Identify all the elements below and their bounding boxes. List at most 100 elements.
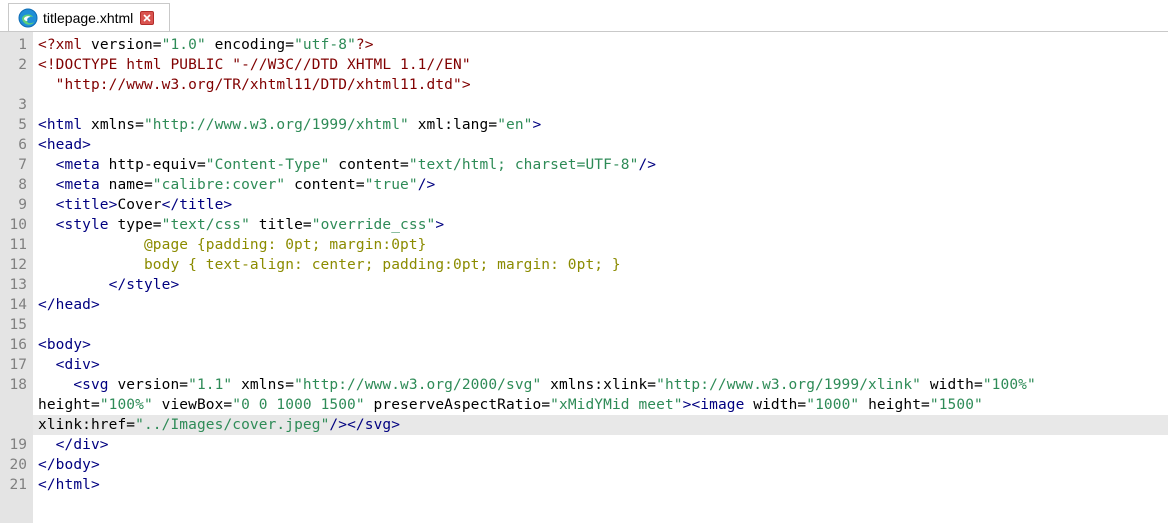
line-code: <html xmlns="http://www.w3.org/1999/xhtm… <box>38 115 541 135</box>
code-token: <div> <box>38 357 100 373</box>
line-number: 3 <box>18 97 27 113</box>
code-token: body { text-align: center; padding:0pt; … <box>38 257 621 273</box>
line-number: 14 <box>9 297 27 313</box>
line-code: body { text-align: center; padding:0pt; … <box>38 255 621 275</box>
code-token: "100%" <box>99 397 153 413</box>
code-token: viewBox= <box>152 397 233 413</box>
code-line[interactable]: 5 <html xmlns="http://www.w3.org/1999/xht… <box>0 115 1168 135</box>
code-editor[interactable]: 1 <?xml version="1.0" encoding="utf-8"?> 2… <box>0 33 1168 523</box>
line-code: </style> <box>38 275 180 295</box>
line-code: <meta name="calibre:cover" content="true… <box>38 175 436 195</box>
code-token: height= <box>859 397 930 413</box>
line-code: <body> <box>38 335 91 355</box>
line-number: 20 <box>9 457 27 473</box>
code-token: title= <box>249 217 312 233</box>
code-line[interactable]: 2 <!DOCTYPE html PUBLIC "-//W3C//DTD XHTM… <box>0 55 1168 75</box>
tab-titlepage[interactable]: titlepage.xhtml <box>8 3 170 31</box>
line-number: 17 <box>9 357 27 373</box>
code-line[interactable]: 20 </body> <box>0 455 1168 475</box>
code-token: "1.0" <box>161 37 206 53</box>
code-token: "true" <box>364 177 418 193</box>
code-line[interactable]: 19 </div> <box>0 435 1168 455</box>
code-token: "../Images/cover.jpeg" <box>135 417 330 433</box>
line-code: </head> <box>38 295 100 315</box>
code-token: "1.1" <box>188 377 233 393</box>
code-token: ?> <box>355 37 374 53</box>
code-token: width= <box>921 377 983 393</box>
line-code: <meta http-equiv="Content-Type" content=… <box>38 155 656 175</box>
line-code: <title>Cover</title> <box>38 195 233 215</box>
line-number: 5 <box>18 117 27 133</box>
code-token: </html> <box>38 477 100 493</box>
code-line[interactable]: 9 <title>Cover</title> <box>0 195 1168 215</box>
code-token: "http://www.w3.org/1999/xlink" <box>656 377 922 393</box>
code-token: <!DOCTYPE html PUBLIC "-//W3C//DTD XHTML… <box>38 57 471 73</box>
code-token: version= <box>90 37 162 53</box>
code-token: xml:lang= <box>408 117 498 133</box>
code-token: </style> <box>38 277 180 293</box>
code-line[interactable]: 6 <head> <box>0 135 1168 155</box>
line-number: 8 <box>18 177 27 193</box>
code-token: <head> <box>38 137 91 153</box>
line-number: 16 <box>9 337 27 353</box>
code-token: "1000" <box>806 397 860 413</box>
code-token: xmlns:xlink= <box>541 377 657 393</box>
line-number: 7 <box>18 157 27 173</box>
code-token: <style <box>38 217 118 233</box>
line-code: </body> <box>38 455 100 475</box>
code-line[interactable]: 14 </head> <box>0 295 1168 315</box>
code-token: "text/css" <box>161 217 250 233</box>
line-code: height= "100%" viewBox="0 0 1000 1500" pr… <box>38 395 983 415</box>
tab-bar: titlepage.xhtml <box>0 0 1168 32</box>
code-line[interactable]: 15 <box>0 315 1168 335</box>
code-token: preserveAspectRatio= <box>364 397 551 413</box>
code-token: <title> <box>38 197 118 213</box>
code-token: "en" <box>497 117 533 133</box>
line-code: <style type="text/css" title="override_c… <box>38 215 444 235</box>
code-line[interactable]: 11 @page {padding: 0pt; margin:0pt} <box>0 235 1168 255</box>
code-token: "http://www.w3.org/TR/xhtml11/DTD/xhtml1… <box>38 77 471 93</box>
code-line[interactable]: 8 <meta name="calibre:cover" content="tr… <box>0 175 1168 195</box>
code-token: "0 0 1000 1500" <box>232 397 365 413</box>
code-line[interactable]: "http://www.w3.org/TR/xhtml11/DTD/xhtml1… <box>0 75 1168 95</box>
code-token: > <box>435 217 445 233</box>
code-token: xlink:href= <box>38 417 136 433</box>
line-number: 15 <box>9 317 27 333</box>
line-code: "http://www.w3.org/TR/xhtml11/DTD/xhtml1… <box>38 75 471 95</box>
code-token: @page {padding: 0pt; margin:0pt} <box>38 237 427 253</box>
close-icon[interactable] <box>140 10 155 25</box>
code-token: <svg <box>38 377 118 393</box>
code-line[interactable]: 3 <box>0 95 1168 115</box>
code-line[interactable]: 7 <meta http-equiv="Content-Type" conten… <box>0 155 1168 175</box>
edge-browser-icon <box>18 8 38 27</box>
line-number: 18 <box>9 377 27 393</box>
code-line[interactable]: 12 body { text-align: center; padding:0p… <box>0 255 1168 275</box>
line-number: 10 <box>9 217 27 233</box>
code-token: type= <box>117 217 162 233</box>
line-code: <!DOCTYPE html PUBLIC "-//W3C//DTD XHTML… <box>38 55 471 75</box>
line-code: @page {padding: 0pt; margin:0pt} <box>38 235 427 255</box>
code-token: /> <box>329 417 348 433</box>
code-line[interactable]: 18 <svg version="1.1" xmlns="http://www.… <box>0 375 1168 395</box>
code-line[interactable]: height= "100%" viewBox="0 0 1000 1500" pr… <box>0 395 1168 415</box>
line-number: 13 <box>9 277 27 293</box>
code-token: "http://www.w3.org/2000/svg" <box>294 377 542 393</box>
line-code: </div> <box>38 435 109 455</box>
code-token: http-equiv= <box>108 157 206 173</box>
code-token: <meta <box>38 157 109 173</box>
line-number: 1 <box>18 37 27 53</box>
code-line[interactable]: 13 </style> <box>0 275 1168 295</box>
code-line[interactable]: 16 <body> <box>0 335 1168 355</box>
code-token: </div> <box>38 437 109 453</box>
code-token: version= <box>117 377 189 393</box>
code-token: "override_css" <box>311 217 436 233</box>
line-code: <svg version="1.1" xmlns="http://www.w3.… <box>38 375 1036 395</box>
code-token: content= <box>329 157 409 173</box>
code-line[interactable]: 1 <?xml version="1.0" encoding="utf-8"?> <box>0 35 1168 55</box>
code-token: > <box>532 117 542 133</box>
code-line[interactable]: 21 </html> <box>0 475 1168 495</box>
line-number: 11 <box>9 237 27 253</box>
code-line[interactable]: xlink:href="../Images/cover.jpeg"/></svg… <box>0 415 1168 435</box>
code-line[interactable]: 17 <div> <box>0 355 1168 375</box>
code-line[interactable]: 10 <style type="text/css" title="overrid… <box>0 215 1168 235</box>
